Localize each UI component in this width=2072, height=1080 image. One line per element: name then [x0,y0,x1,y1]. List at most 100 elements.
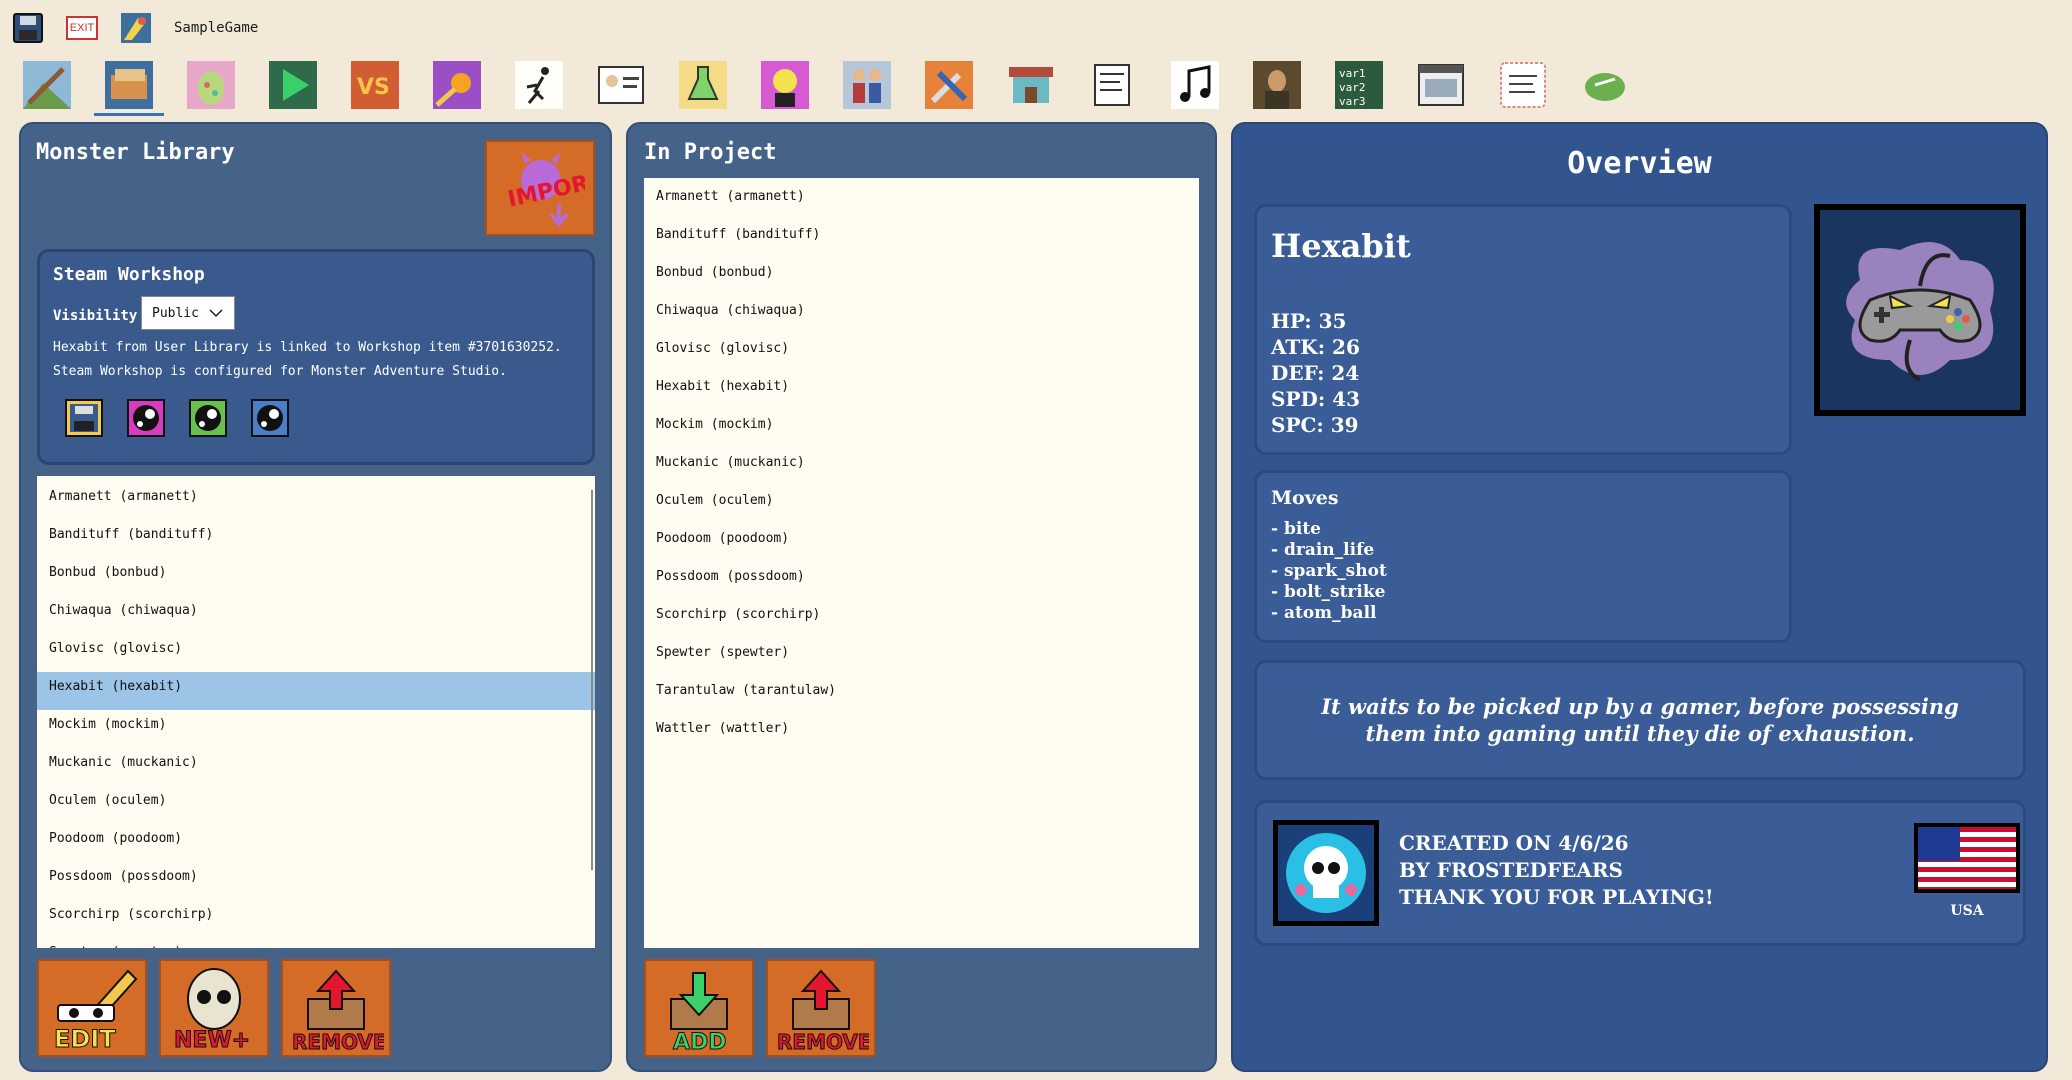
stat-spd: SPD: 43 [1271,387,1361,411]
list-item[interactable]: Bonbud (bonbud) [37,558,595,596]
monster-library-icon[interactable] [94,60,164,116]
move-item: - atom_ball [1271,603,1377,623]
egg-icon[interactable] [186,60,236,110]
workshop-save-button[interactable] [64,398,104,438]
versus-icon[interactable]: VS [350,60,400,110]
library-remove-button[interactable]: REMOVE [281,959,391,1057]
list-item[interactable]: Scorchirp (scorchirp) [37,900,595,938]
list-item[interactable]: Spewter (spewter) [644,638,1199,676]
visibility-select[interactable]: Public [141,296,235,330]
overview-title: Overview [1567,146,1712,181]
npc-icon[interactable] [842,60,892,110]
workshop-config-status: Steam Workshop is configured for Monster… [53,364,507,379]
move-item: - drain_life [1271,540,1375,560]
potion-icon[interactable] [678,60,728,110]
library-title: Monster Library [36,140,235,165]
steam-workshop-section: Steam Workshop Visibility Public Hexabit… [37,249,595,465]
new-egg-icon: NEW+ [174,968,251,1053]
new-monster-button[interactable]: NEW+ [159,959,269,1057]
list-item[interactable]: Wattler (wattler) [644,714,1199,752]
svg-text:var3: var3 [1339,95,1366,108]
move-item: - bolt_strike [1271,582,1386,602]
map-editor-icon[interactable] [22,60,72,110]
import-button[interactable]: IMPORT [485,140,595,236]
list-item[interactable]: Mockim (mockim) [644,410,1199,448]
runner-icon[interactable] [514,60,564,110]
svg-text:var1: var1 [1339,67,1366,80]
remove-icon: REMOVE [292,969,384,1053]
edit-icon: EDIT [54,969,138,1053]
thanks-message: THANK YOU FOR PLAYING! [1399,885,1714,909]
game-project-icon[interactable] [120,12,152,44]
svg-text:EDIT: EDIT [54,1025,116,1053]
visibility-value: Public [152,305,199,321]
floppy-disk-icon [65,399,103,437]
add-button[interactable]: ADD [644,959,754,1057]
export-icon[interactable] [1580,60,1630,110]
character-icon[interactable] [760,60,810,110]
author-avatar [1273,820,1379,926]
id-card-icon[interactable] [596,60,646,110]
list-item[interactable]: Muckanic (muckanic) [37,748,595,786]
list-item[interactable]: Chiwaqua (chiwaqua) [644,296,1199,334]
library-scrollbar[interactable] [591,490,593,870]
list-item[interactable]: Chiwaqua (chiwaqua) [37,596,595,634]
variables-icon[interactable]: var1 var2 var3 [1334,60,1384,110]
list-item[interactable]: Scorchirp (scorchirp) [644,600,1199,638]
floppy-disk-icon [13,13,43,43]
list-item[interactable]: Spewter (spewter) [37,938,595,948]
move-item: - bite [1271,519,1321,539]
svg-text:REMOVE: REMOVE [292,1030,384,1053]
chevron-down-icon [209,309,223,318]
dialog-icon[interactable] [1498,60,1548,110]
workshop-title: Steam Workshop [53,264,205,285]
usa-flag-icon [1914,823,2020,893]
created-date: CREATED ON 4/6/26 [1399,831,1629,855]
workshop-open-button[interactable] [250,398,290,438]
list-item[interactable]: Bandituff (bandituff) [37,520,595,558]
list-item[interactable]: Oculem (oculem) [644,486,1199,524]
fire-move-icon[interactable] [432,60,482,110]
list-item[interactable]: Oculem (oculem) [37,786,595,824]
shop-icon[interactable] [1006,60,1056,110]
overview-panel: Overview Hexabit HP: 35 ATK: 26 DEF: 24 … [1231,122,2048,1072]
music-icon[interactable] [1170,60,1220,110]
list-item[interactable]: Mockim (mockim) [37,710,595,748]
list-item[interactable]: Poodoom (poodoom) [644,524,1199,562]
script-icon[interactable] [1088,60,1138,110]
import-icon: IMPORT [506,152,585,228]
list-item[interactable]: Hexabit (hexabit) [644,372,1199,410]
list-item[interactable]: Possdoom (possdoom) [37,862,595,900]
painting-icon[interactable] [1252,60,1302,110]
workshop-update-button[interactable] [188,398,228,438]
list-item[interactable]: Glovisc (glovisc) [644,334,1199,372]
list-item[interactable]: Possdoom (possdoom) [644,562,1199,600]
steam-update-icon [189,399,227,437]
window-icon[interactable] [1416,60,1466,110]
exit-button[interactable]: EXIT [66,16,98,40]
monster-library-panel: Monster Library IMPORT Steam Workshop Vi… [19,122,612,1072]
moves-title: Moves [1271,487,1339,509]
stat-def: DEF: 24 [1271,361,1360,385]
list-item[interactable]: Armanett (armanett) [37,482,595,520]
list-item[interactable]: Poodoom (poodoom) [37,824,595,862]
visibility-label: Visibility [53,308,138,324]
list-item[interactable]: Tarantulaw (tarantulaw) [644,676,1199,714]
list-item[interactable]: Bonbud (bonbud) [644,258,1199,296]
save-button[interactable] [12,12,44,44]
play-icon[interactable] [268,60,318,110]
monster-description: It waits to be picked up by a gamer, bef… [1321,694,1959,746]
list-item[interactable]: Muckanic (muckanic) [644,448,1199,486]
project-name: SampleGame [174,20,259,36]
workshop-upload-button[interactable] [126,398,166,438]
edit-button[interactable]: EDIT [37,959,147,1057]
stats-card: Hexabit HP: 35 ATK: 26 DEF: 24 SPD: 43 S… [1254,204,1792,455]
list-item[interactable]: Armanett (armanett) [644,182,1199,220]
svg-text:var2: var2 [1339,81,1366,94]
list-item-selected[interactable]: Hexabit (hexabit) [37,672,595,710]
tools-icon[interactable] [924,60,974,110]
svg-text:REMOVE: REMOVE [777,1030,869,1053]
list-item[interactable]: Glovisc (glovisc) [37,634,595,672]
list-item[interactable]: Bandituff (bandituff) [644,220,1199,258]
project-remove-button[interactable]: REMOVE [766,959,876,1057]
